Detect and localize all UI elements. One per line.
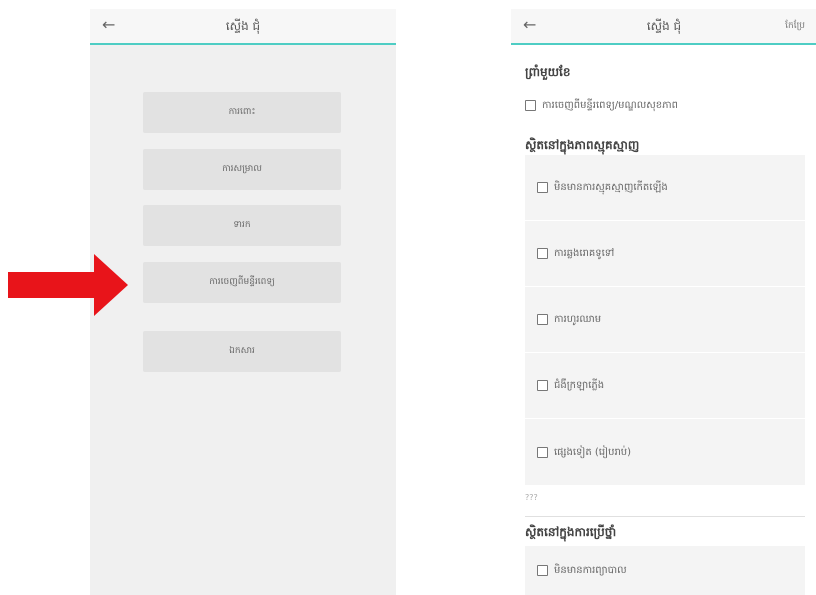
checkbox-other[interactable]: ផ្សេងទៀត (រៀបរាប់) [525,419,805,485]
checkbox-icon[interactable] [537,248,548,259]
complications-list: មិនមានការស្មុគស្មាញកើតឡើង ការឆ្លងរោគទូទៅ… [525,155,805,485]
checkbox-label: មិនមានការព្យាបាល [554,565,627,576]
checkbox-no-complication[interactable]: មិនមានការស្មុគស្មាញកើតឡើង [525,155,805,221]
edit-button[interactable]: កែប្រែ [785,20,805,33]
checkbox-icon[interactable] [525,100,536,111]
hint-text: ??? [525,493,538,502]
checkbox-icon[interactable] [537,446,548,458]
menu-button-documents[interactable]: ឯកសារ [143,331,341,372]
red-arrow-icon [8,254,128,316]
checkbox-icon[interactable] [537,380,548,391]
divider [525,516,805,517]
section-heading: ស្ថិតនៅក្នុងការប្រើថ្នាំ [525,525,617,539]
checkbox-fever[interactable]: ជំងឺក្រឡាភ្លើង [525,353,805,419]
menu-button-baby[interactable]: ទារក [143,205,341,246]
checkbox-label: ផ្សេងទៀត (រៀបរាប់) [554,446,632,458]
section-heading: ព្រាំមួយខែ [525,65,571,79]
checkbox-bleeding[interactable]: ការហូរឈាម [525,287,805,353]
right-header: ← ស្ទើង ជុំ កែប្រែ [511,9,816,45]
checkbox-label: ការចេញពីមន្ទីរពេទ្យ/មណ្ឌលសុខភាព [542,100,678,111]
checkbox-discharge[interactable]: ការចេញពីមន្ទីរពេទ្យ/មណ្ឌលសុខភាព [525,98,678,113]
menu-button-discharge[interactable]: ការចេញពីមន្ទីរពេទ្យ [143,262,341,303]
checkbox-infection[interactable]: ការឆ្លងរោគទូទៅ [525,221,805,287]
menu-button-pregnancy[interactable]: ការពោះ [143,92,341,133]
left-screen: ← ស្ទើង ជុំ ការពោះ ការសម្រាល ទារក ការចេញ… [90,9,396,595]
checkbox-no-treatment[interactable]: មិនមានការព្យាបាល [525,546,805,595]
checkbox-label: ការហូរឈាម [554,314,602,325]
page-title: ស្ទើង ជុំ [646,19,682,33]
page-title: ស្ទើង ជុំ [225,19,261,33]
checkbox-label: ការឆ្លងរោគទូទៅ [554,248,615,259]
checkbox-label: ជំងឺក្រឡាភ្លើង [554,380,605,391]
right-screen: ← ស្ទើង ជុំ កែប្រែ ព្រាំមួយខែ ការចេញពីមន… [511,9,816,595]
left-header: ← ស្ទើង ជុំ [90,9,396,45]
medication-list: មិនមានការព្យាបាល [525,546,805,595]
checkbox-icon[interactable] [537,314,548,325]
section-heading: ស្ថិតនៅក្នុងភាពស្មុគស្មាញ [525,138,640,152]
checkbox-icon[interactable] [537,565,548,576]
checkbox-label: មិនមានការស្មុគស្មាញកើតឡើង [554,182,668,193]
checkbox-icon[interactable] [537,182,548,193]
menu-button-delivery[interactable]: ការសម្រាល [143,149,341,190]
